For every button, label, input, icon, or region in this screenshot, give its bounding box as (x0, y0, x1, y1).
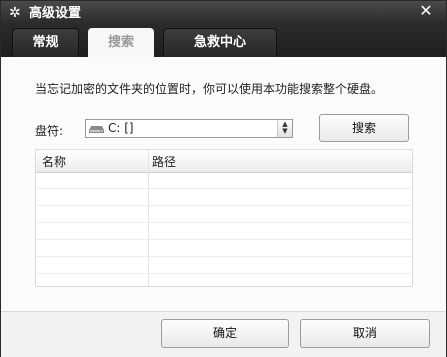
table-row-line (36, 222, 412, 223)
ok-button[interactable]: 确定 (161, 319, 289, 348)
tab-rescue-center[interactable]: 急救中心 (163, 28, 277, 57)
hard-drive-icon (89, 126, 104, 133)
table-header: 名称 路径 (36, 150, 412, 173)
table-row-line (36, 256, 412, 257)
drive-select-value: C: [] (108, 121, 134, 135)
table-row-line (36, 188, 412, 189)
select-arrows-icon[interactable]: ▲ ▼ (277, 120, 292, 137)
results-table: 名称 路径 (35, 149, 413, 287)
column-header-path[interactable]: 路径 (152, 153, 176, 170)
column-divider (148, 150, 149, 286)
close-icon[interactable]: ✕ (419, 1, 432, 20)
tab-search[interactable]: 搜索 (88, 28, 154, 57)
drive-select[interactable]: C: [] ▲ ▼ (85, 119, 293, 138)
search-button[interactable]: 搜索 (319, 114, 409, 142)
cancel-button[interactable]: 取消 (300, 319, 430, 348)
search-description: 当忘记加密的文件夹的位置时，你可以使用本功能搜索整个硬盘。 (35, 82, 384, 96)
table-row-line (36, 273, 412, 274)
window-title: 高级设置 (29, 6, 82, 21)
settings-dialog: ✲ 高级设置 ✕ 常规 搜索 急救中心 当忘记加密的文件夹的位置时，你可以使用本… (0, 0, 447, 357)
gear-icon: ✲ (9, 5, 21, 21)
table-row-line (36, 205, 412, 206)
close-button[interactable]: ✕ (418, 3, 434, 19)
tab-general[interactable]: 常规 (12, 28, 79, 57)
drive-label: 盘符: (35, 124, 64, 138)
column-header-name[interactable]: 名称 (42, 153, 66, 170)
table-row-line (36, 239, 412, 240)
title-bar: ✲ 高级设置 ✕ 常规 搜索 急救中心 (1, 1, 446, 57)
